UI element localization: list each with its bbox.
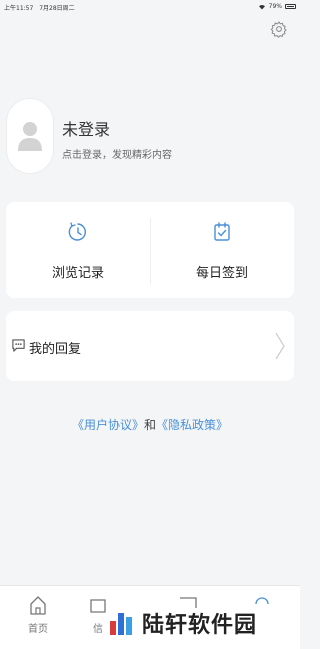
my-replies-label: 我的回复	[29, 342, 82, 357]
status-right: 79%	[258, 3, 296, 10]
features-card: 浏览记录 每日签到	[6, 202, 294, 298]
browse-history-button[interactable]: 浏览记录	[6, 202, 150, 298]
daily-checkin-label: 每日签到	[195, 266, 248, 281]
chevron-right-icon	[275, 332, 285, 360]
avatar[interactable]	[6, 98, 54, 174]
status-left: 上午11:57 7月28日周二	[4, 3, 79, 12]
tab-home[interactable]: 首页	[8, 594, 68, 635]
clock-icon	[68, 222, 87, 241]
my-replies-row[interactable]: 我的回复	[6, 311, 294, 381]
profile-name[interactable]: 未登录	[62, 116, 110, 140]
policy-and-text: 和	[143, 418, 156, 432]
user-agreement-link[interactable]: 《用户协议》	[72, 418, 144, 432]
status-bar: 上午11:57 7月28日周二 79%	[0, 0, 300, 14]
watermark-text: 陆轩软件园	[142, 613, 258, 638]
message-icon	[90, 599, 106, 613]
status-date: 7月28日周二	[39, 5, 75, 12]
battery-percent: 79%	[268, 3, 282, 10]
settings-gear-icon[interactable]	[270, 20, 288, 38]
status-time: 上午11:57	[4, 5, 34, 12]
calendar-check-icon	[214, 222, 230, 241]
user-placeholder-icon	[18, 122, 42, 151]
privacy-policy-link[interactable]: 《隐私政策》	[156, 418, 228, 432]
chat-bubble-icon	[12, 339, 25, 352]
tab-home-label: 首页	[28, 624, 48, 635]
policy-links: 《用户协议》和《隐私政策》	[0, 416, 300, 433]
watermark: 陆轩软件园	[108, 603, 298, 643]
battery-icon	[285, 4, 296, 9]
daily-checkin-button[interactable]: 每日签到	[150, 202, 294, 298]
home-icon	[30, 596, 46, 615]
wifi-icon	[258, 4, 265, 9]
watermark-logo-icon	[110, 613, 132, 635]
browse-history-label: 浏览记录	[51, 266, 104, 281]
profile-section[interactable]: 未登录 点击登录，发现精彩内容	[6, 98, 300, 178]
profile-subtitle[interactable]: 点击登录，发现精彩内容	[62, 146, 172, 161]
